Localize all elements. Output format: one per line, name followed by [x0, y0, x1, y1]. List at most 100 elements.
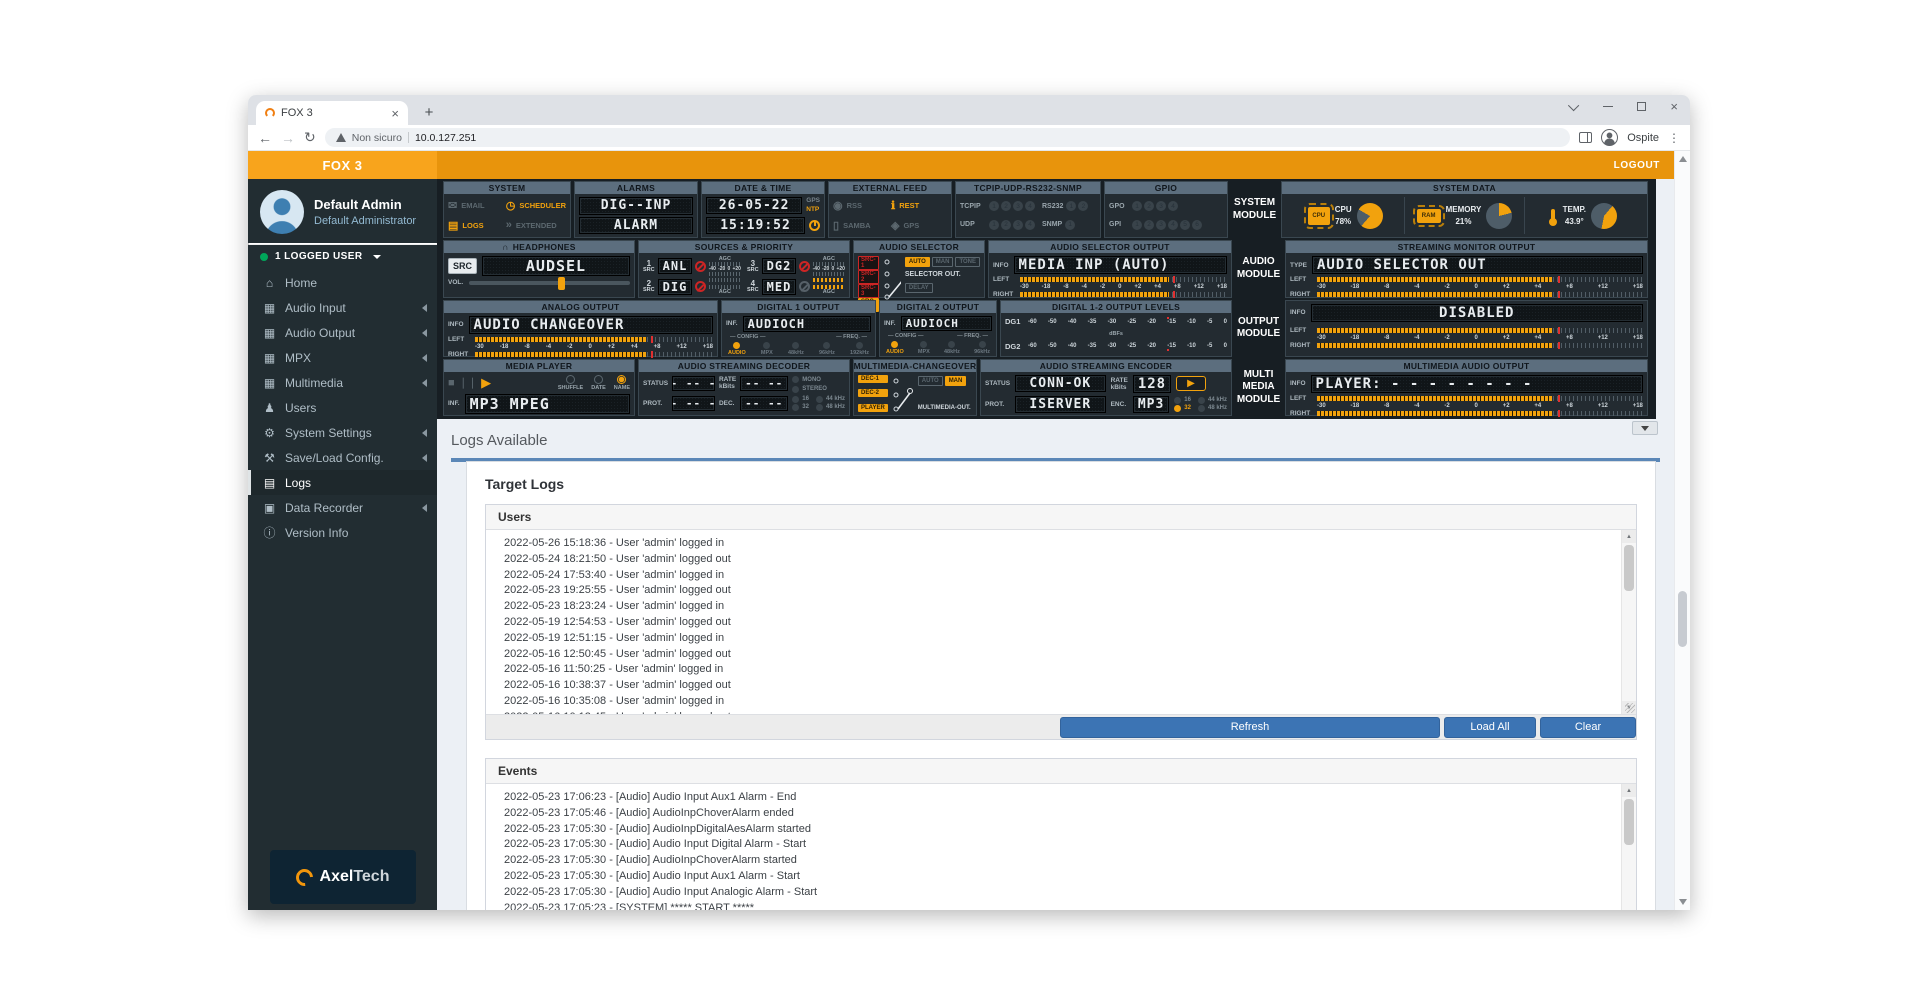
page-scrollbar[interactable]	[1674, 151, 1690, 910]
memory-pie-chart	[1486, 202, 1513, 229]
url-text: 10.0.127.251	[414, 131, 477, 144]
new-tab-button[interactable]: +	[420, 104, 438, 122]
sidebar-item[interactable]: ⚙ System Settings	[248, 420, 437, 445]
cpu-pie-chart	[1356, 202, 1383, 229]
sidebar-item-label: Data Recorder	[285, 500, 364, 515]
maximize-window-icon[interactable]	[1637, 102, 1647, 111]
load-all-button[interactable]: Load All	[1444, 716, 1536, 738]
log-entry: 2022-05-19 12:54:53 - User 'admin' logge…	[504, 615, 731, 628]
sidebar-item[interactable]: ▦ MPX	[248, 345, 437, 370]
log-entry: 2022-05-23 18:23:24 - User 'admin' logge…	[504, 600, 725, 613]
src1-tag: SRC-1	[858, 256, 879, 271]
collapse-dashboard-button[interactable]	[1632, 421, 1658, 435]
scroll-up-icon[interactable]: ▲	[1622, 784, 1636, 797]
mono-led: MONO	[792, 376, 845, 384]
panel-gpio: GPIO GPO 1234 GPI 123456	[1104, 181, 1228, 239]
volume-slider-handle[interactable]	[557, 276, 565, 290]
tab-strip: FOX 3 × + ×	[248, 95, 1690, 125]
close-window-icon[interactable]: ×	[1670, 100, 1678, 113]
sidebar-item[interactable]: ⌂ Home	[248, 270, 437, 295]
online-status-icon	[260, 252, 268, 261]
tab-close-icon[interactable]: ×	[391, 107, 399, 120]
rss-icon: ◉	[833, 200, 843, 213]
ram-chip-icon: RAM	[1412, 204, 1445, 227]
address-bar[interactable]: Non sicuro 10.0.127.251	[324, 128, 1571, 147]
sidebar-item-label: Multimedia	[285, 375, 344, 390]
back-icon[interactable]: ←	[258, 130, 272, 146]
sidebar-item[interactable]: ⓘ Version Info	[248, 520, 437, 545]
minimize-window-icon[interactable]	[1603, 106, 1614, 107]
user-panel: Default Admin Default Administrator	[248, 179, 437, 243]
delayed-line-display: DISABLED	[1310, 303, 1643, 322]
encoder-16-led: 16	[1174, 396, 1191, 404]
fox3-favicon-icon	[265, 108, 275, 118]
logged-users-dropdown[interactable]: 1 LOGGED USER	[248, 245, 437, 269]
events-list-scrollbar[interactable]: ▲	[1621, 784, 1636, 910]
man-mode-button[interactable]: MAN	[931, 257, 954, 268]
scrollbar-thumb[interactable]	[1624, 799, 1634, 845]
page-scrollbar-thumb[interactable]	[1678, 591, 1687, 647]
selector-switch-diagram	[884, 259, 901, 300]
sidebar-item[interactable]: ▤ Logs	[248, 470, 437, 495]
scroll-up-icon[interactable]: ▲	[1622, 530, 1636, 543]
source-4: 4 SRC MED AGC	[747, 278, 845, 295]
delay-button[interactable]: DELAY	[904, 282, 933, 293]
log-entry: 2022-05-24 17:53:40 - User 'admin' logge…	[504, 568, 725, 581]
users-list-scrollbar[interactable]: ▲ ▼	[1621, 530, 1636, 714]
encoder-play-button[interactable]: ▶	[1176, 376, 1206, 392]
digital2-audio-led: AUDIO	[886, 340, 904, 355]
email-icon: ✉	[448, 200, 458, 213]
log-entry: 2022-05-26 15:18:36 - User 'admin' logge…	[504, 537, 725, 549]
profile-label[interactable]: Ospite	[1627, 132, 1659, 144]
alarm-display-line1: DIG--INP	[579, 197, 693, 215]
cpu-gauge: CPU CPU 78%	[1286, 197, 1406, 235]
source-1: 1 SRC ANL AGC -40 -20 0 +20	[643, 256, 741, 277]
logout-button[interactable]: LOGOUT	[1614, 160, 1660, 171]
refresh-button[interactable]: Refresh	[1060, 716, 1440, 738]
digital1-48k-led: 48kHz	[788, 341, 804, 356]
target-logs-panel: Target Logs Users 2022-05-26 15:18:36 - …	[466, 461, 1656, 910]
headphone-src-button[interactable]: SRC	[448, 258, 478, 275]
stop-icon[interactable]: ■	[448, 377, 455, 389]
panel-digital-levels: DIGITAL 1-2 OUTPUT LEVELS DG1 -60 -50 -40-…	[1000, 299, 1232, 357]
sidebar-item[interactable]: ▦ Audio Input	[248, 295, 437, 320]
multimedia-module-label: MULTI MEDIA MODULE	[1236, 368, 1281, 405]
decoder-44-led: 44 kHz	[815, 395, 845, 403]
users-log-list[interactable]: 2022-05-26 15:18:36 - User 'admin' logge…	[486, 530, 1636, 714]
auto-mode-button[interactable]: AUTO	[904, 257, 930, 268]
tcpip-led: 3	[1013, 201, 1023, 212]
panel-system-data: SYSTEM DATA CPU CPU 78% RAM MEMORY 21% T…	[1281, 181, 1648, 239]
mm-out-label: MULTIMEDIA-OUT.	[917, 405, 971, 411]
name-radio[interactable]: NAME	[614, 374, 630, 391]
date-radio[interactable]: DATE	[591, 374, 606, 391]
play-icon[interactable]: ▶	[481, 375, 491, 391]
reload-icon[interactable]: ↻	[304, 129, 316, 146]
clear-button[interactable]: Clear	[1540, 716, 1636, 738]
page-scroll-up-icon[interactable]	[1675, 152, 1690, 166]
user-name: Default Admin	[314, 197, 402, 212]
browser-tab[interactable]: FOX 3 ×	[256, 101, 408, 125]
sidebar-item[interactable]: ♟ Users	[248, 395, 437, 420]
volume-slider[interactable]	[469, 276, 630, 290]
profile-avatar-icon[interactable]	[1601, 129, 1619, 146]
sidebar-item[interactable]: ⚒ Save/Load Config.	[248, 445, 437, 470]
shuffle-radio[interactable]: SHUFFLE	[558, 374, 583, 391]
resize-grip[interactable]	[1625, 703, 1635, 713]
browser-menu-icon[interactable]: ⋮	[1668, 131, 1680, 145]
page-scroll-down-icon[interactable]	[1675, 895, 1690, 909]
mm-man-button[interactable]: MAN	[944, 375, 967, 386]
sidebar-item[interactable]: ▣ Data Recorder	[248, 495, 437, 520]
pause-icon[interactable]: ❘❘	[459, 376, 477, 389]
sidebar-item[interactable]: ▦ Multimedia	[248, 370, 437, 395]
mm-auto-button[interactable]: AUTO	[917, 375, 943, 386]
tone-mode-button[interactable]: TONE	[955, 257, 980, 268]
grid-icon: ▦	[263, 325, 276, 340]
tab-search-chevron-icon[interactable]	[1568, 99, 1580, 111]
scrollbar-thumb[interactable]	[1624, 545, 1634, 591]
sidebar-item[interactable]: ▦ Audio Output	[248, 320, 437, 345]
chevron-left-icon	[422, 428, 427, 437]
events-log-list[interactable]: 2022-05-23 17:06:23 - [Audio] Audio Inpu…	[486, 784, 1636, 910]
split-screen-icon[interactable]	[1579, 132, 1593, 143]
logs-box-icon: ▤	[448, 219, 459, 232]
brand-logo[interactable]: FOX 3	[248, 151, 437, 179]
